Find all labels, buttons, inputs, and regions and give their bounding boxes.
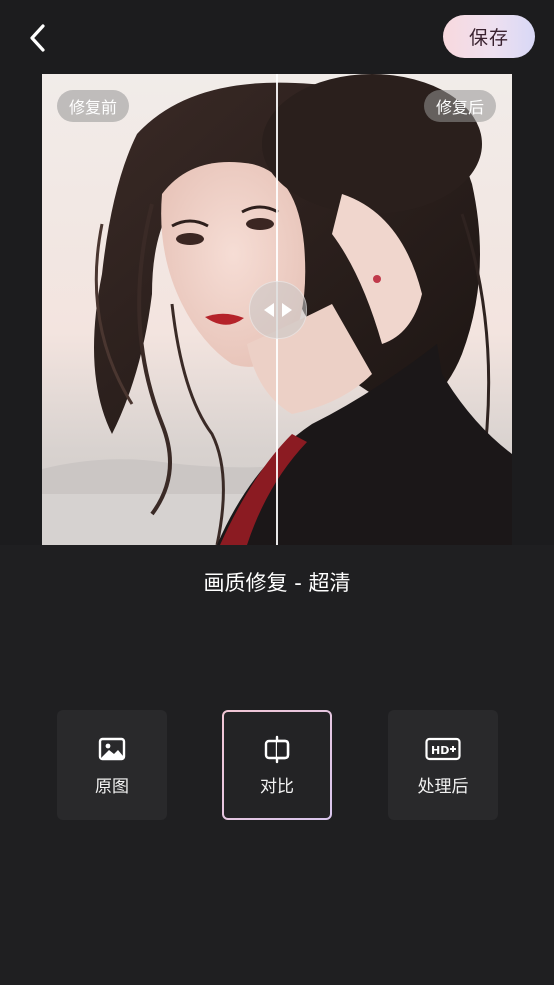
back-button[interactable] — [18, 18, 58, 58]
hd-plus-icon: HD — [425, 737, 461, 760]
option-original-label: 原图 — [95, 776, 129, 797]
before-label: 修复前 — [57, 90, 130, 122]
option-original[interactable]: 原图 — [57, 710, 167, 820]
bottom-panel: 画质修复 - 超清 原图 对比 HD 处理后 — [0, 545, 554, 985]
compare-slider-handle[interactable] — [249, 281, 307, 339]
option-compare-label: 对比 — [260, 776, 294, 797]
option-compare[interactable]: 对比 — [222, 710, 332, 820]
arrow-left-icon — [264, 303, 274, 317]
chevron-left-icon — [30, 24, 45, 52]
compare-split-icon — [264, 735, 290, 763]
arrow-right-icon — [282, 303, 292, 317]
photo-enhance-screen: 保存 修复前 修复后 画质修复 - 超清 原图 对比 HD 处理后 — [0, 0, 554, 985]
save-button[interactable]: 保存 — [443, 15, 535, 58]
mode-title: 画质修复 - 超清 — [203, 571, 351, 595]
top-bar: 保存 — [0, 0, 554, 74]
compare-preview[interactable]: 修复前 修复后 — [42, 74, 512, 545]
svg-text:HD: HD — [431, 744, 449, 757]
after-label: 修复后 — [423, 90, 496, 122]
option-processed-label: 处理后 — [417, 776, 469, 797]
option-processed[interactable]: HD 处理后 — [388, 710, 498, 820]
preview-area: 修复前 修复后 — [0, 74, 554, 545]
image-icon — [98, 737, 126, 760]
